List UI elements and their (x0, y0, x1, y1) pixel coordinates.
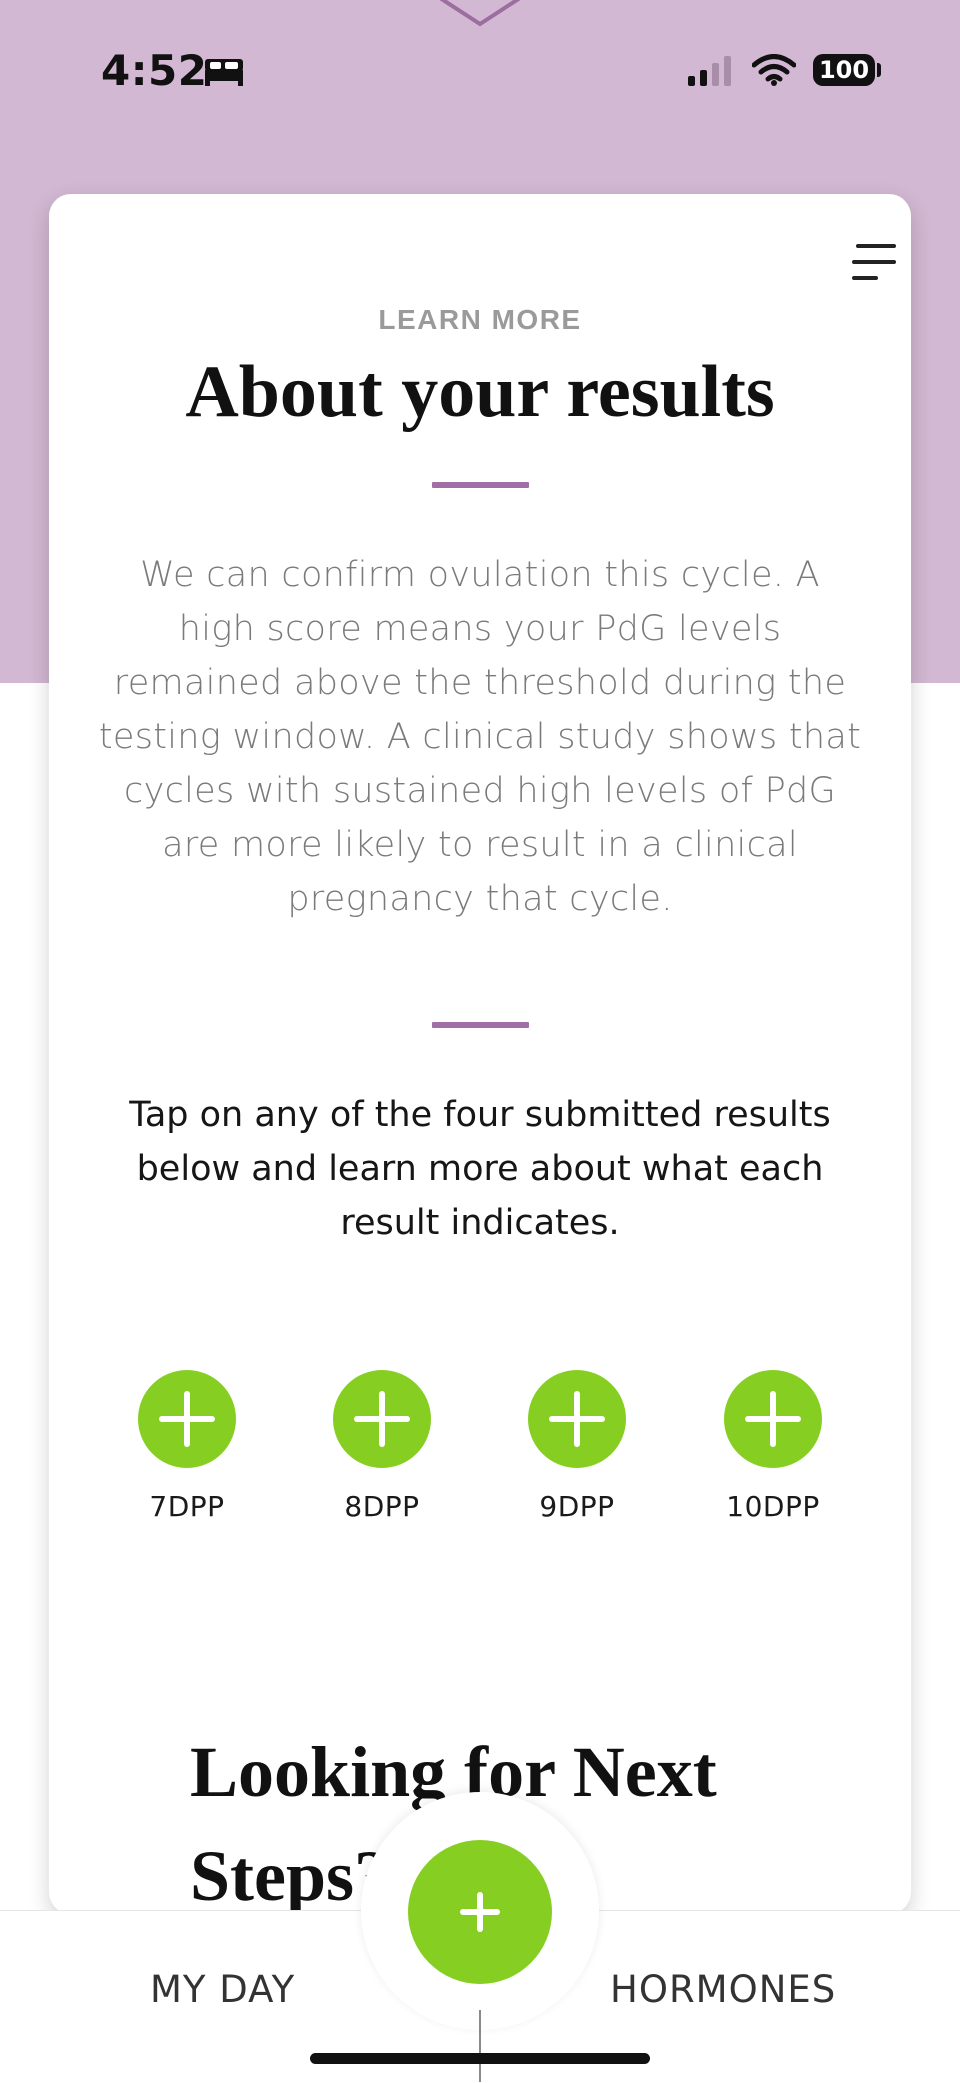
description-line: pregnancy that cycle. (287, 879, 673, 919)
result-8dpp[interactable]: 8DPP (312, 1370, 452, 1523)
tab-hormones[interactable]: HORMONES (610, 1968, 836, 2011)
battery-indicator: 100 (813, 54, 875, 86)
plus-icon[interactable] (724, 1370, 822, 1468)
result-label: 7DPP (149, 1490, 225, 1523)
instruction-line: Tap on any of the four submitted results (129, 1095, 831, 1135)
description-line: cycles with sustained high levels of PdG (124, 771, 836, 811)
battery-tip (877, 63, 881, 77)
wifi-icon (752, 54, 796, 86)
result-label: 10DPP (726, 1490, 820, 1523)
add-button[interactable] (408, 1840, 552, 1984)
divider-rule (432, 482, 529, 488)
results-card (49, 194, 911, 1914)
tap-instruction: Tap on any of the four submitted results… (90, 1088, 870, 1250)
plus-icon[interactable] (138, 1370, 236, 1468)
page-title: About your results (185, 351, 775, 433)
plus-icon[interactable] (528, 1370, 626, 1468)
results-description: We can confirm ovulation this cycle. A h… (90, 548, 870, 926)
bed-icon (205, 59, 243, 86)
result-7dpp[interactable]: 7DPP (117, 1370, 257, 1523)
description-line: remained above the threshold during the (113, 663, 847, 703)
instruction-line: result indicates. (340, 1203, 620, 1243)
menu-icon[interactable] (852, 244, 898, 284)
divider-rule (432, 1022, 529, 1028)
instruction-line: below and learn more about what each (136, 1149, 824, 1189)
result-label: 8DPP (344, 1490, 420, 1523)
description-line: are more likely to result in a clinical (162, 825, 798, 865)
cellular-signal-icon (688, 56, 731, 86)
result-10dpp[interactable]: 10DPP (703, 1370, 843, 1523)
description-line: testing window. A clinical study shows t… (98, 717, 862, 757)
result-9dpp[interactable]: 9DPP (507, 1370, 647, 1523)
result-buttons: 7DPP 8DPP 9DPP 10DPP (0, 1370, 960, 1530)
status-bar: 4:52 100 (0, 0, 960, 140)
eyebrow-label: LEARN MORE (378, 304, 582, 335)
tab-divider (479, 2010, 481, 2082)
status-time: 4:52 (101, 46, 208, 95)
home-indicator (310, 2053, 650, 2064)
description-line: We can confirm ovulation this cycle. A (140, 555, 820, 595)
result-label: 9DPP (539, 1490, 615, 1523)
plus-icon[interactable] (333, 1370, 431, 1468)
tab-my-day[interactable]: MY DAY (150, 1968, 295, 2011)
description-line: high score means your PdG levels (178, 609, 782, 649)
